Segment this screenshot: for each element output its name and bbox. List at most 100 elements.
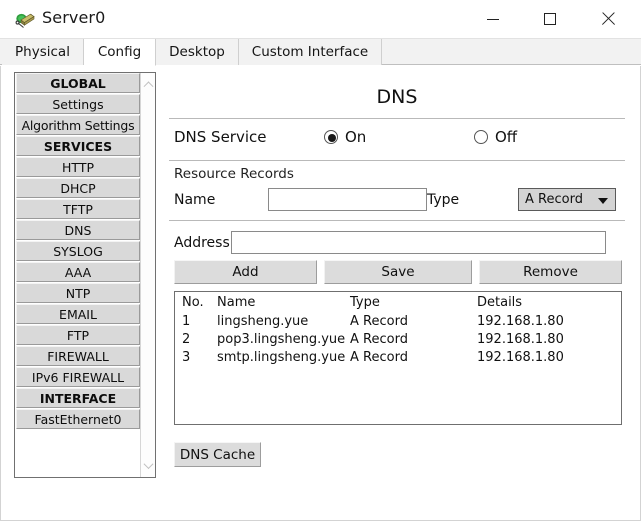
radio-dns-off[interactable]: Off <box>474 128 517 146</box>
sidebar-item-label: DHCP <box>60 180 96 196</box>
address-input[interactable] <box>231 231 606 254</box>
chevron-down-icon <box>143 458 154 469</box>
tab-config[interactable]: Config <box>84 39 156 66</box>
sidebar-item-label: FTP <box>66 327 90 343</box>
config-sidebar: GLOBAL Settings Algorithm Settings SERVI… <box>14 72 156 478</box>
cell-details: 192.168.1.80 <box>477 332 564 347</box>
minimize-button[interactable] <box>470 0 515 38</box>
sidebar-item-label: Settings <box>52 96 104 112</box>
radio-off-label: Off <box>495 128 518 146</box>
sidebar-item-interface[interactable]: INTERFACE <box>16 388 140 408</box>
sidebar-item-settings[interactable]: Settings <box>16 94 140 114</box>
divider-name-row <box>169 220 625 221</box>
column-header-type: Type <box>350 295 380 310</box>
maximize-button[interactable] <box>527 0 572 38</box>
tab-config-label: Config <box>97 44 142 60</box>
cell-type: A Record <box>350 332 408 347</box>
radio-on-icon <box>324 130 338 144</box>
scroll-down-button[interactable] <box>141 457 155 473</box>
add-button[interactable]: Add <box>174 260 317 284</box>
sidebar-item-label: Algorithm Settings <box>21 117 135 133</box>
save-button-label: Save <box>381 264 415 280</box>
sidebar-item-fastethernet0[interactable]: FastEthernet0 <box>16 409 140 429</box>
sidebar-item-http[interactable]: HTTP <box>16 157 140 177</box>
name-input[interactable] <box>268 188 427 211</box>
tab-desktop[interactable]: Desktop <box>156 39 239 65</box>
column-header-details: Details <box>477 295 523 310</box>
remove-button[interactable]: Remove <box>479 260 622 284</box>
config-body: GLOBAL Settings Algorithm Settings SERVI… <box>0 66 641 521</box>
sidebar-item-label: SERVICES <box>43 138 113 154</box>
resource-records-label: Resource Records <box>174 166 294 182</box>
table-row[interactable]: 3 smtp.lingsheng.yue A Record 192.168.1.… <box>175 348 621 366</box>
chevron-down-icon <box>598 198 608 204</box>
cell-type: A Record <box>350 314 408 329</box>
sidebar-scrollbar[interactable] <box>140 73 155 477</box>
window-title: Server0 <box>42 8 106 27</box>
resource-records-table[interactable]: No. Name Type Details 1 lingsheng.yue A … <box>174 291 622 425</box>
cell-no: 2 <box>182 332 191 347</box>
sidebar-item-ftp[interactable]: FTP <box>16 325 140 345</box>
dns-settings-panel: DNS DNS Service On Off Resource Records … <box>169 72 625 492</box>
sidebar-item-aaa[interactable]: AAA <box>16 262 140 282</box>
divider-top <box>169 118 625 119</box>
cell-name: lingsheng.yue <box>217 314 309 329</box>
address-label: Address <box>174 235 230 251</box>
dns-cache-button[interactable]: DNS Cache <box>174 442 261 467</box>
record-type-value: A Record <box>525 192 583 207</box>
radio-dns-on[interactable]: On <box>324 128 366 146</box>
dns-service-label: DNS Service <box>174 128 267 146</box>
sidebar-item-label: AAA <box>64 264 92 280</box>
sidebar-item-syslog[interactable]: SYSLOG <box>16 241 140 261</box>
radio-off-icon <box>474 130 488 144</box>
sidebar-item-label: DNS <box>64 222 92 238</box>
server-device-icon <box>15 10 35 30</box>
page-title: DNS <box>376 86 418 108</box>
sidebar-item-dns[interactable]: DNS <box>16 220 140 240</box>
record-type-dropdown[interactable]: A Record <box>518 188 616 211</box>
sidebar-item-label: GLOBAL <box>50 75 106 91</box>
save-button[interactable]: Save <box>324 260 472 284</box>
sidebar-item-label: FIREWALL <box>47 348 109 364</box>
sidebar-item-label: INTERFACE <box>39 390 117 406</box>
sidebar-item-label: SYSLOG <box>53 243 103 259</box>
chevron-up-icon <box>143 80 154 91</box>
sidebar-item-ntp[interactable]: NTP <box>16 283 140 303</box>
cell-name: smtp.lingsheng.yue <box>217 350 346 365</box>
maximize-icon <box>543 13 556 25</box>
tab-physical-label: Physical <box>15 44 70 60</box>
divider-service <box>169 160 625 161</box>
table-row[interactable]: 1 lingsheng.yue A Record 192.168.1.80 <box>175 312 621 330</box>
cell-no: 1 <box>182 314 191 329</box>
close-button[interactable] <box>585 0 630 38</box>
sidebar-item-services[interactable]: SERVICES <box>16 136 140 156</box>
sidebar-item-global[interactable]: GLOBAL <box>16 73 140 93</box>
column-header-no: No. <box>182 295 204 310</box>
sidebar-item-list: GLOBAL Settings Algorithm Settings SERVI… <box>15 73 141 430</box>
tab-bar: Physical Config Desktop Custom Interface <box>0 39 641 66</box>
cell-name: pop3.lingsheng.yue <box>217 332 346 347</box>
minimize-icon <box>486 18 499 20</box>
sidebar-item-ipv6-firewall[interactable]: IPv6 FIREWALL <box>16 367 140 387</box>
tab-desktop-label: Desktop <box>169 44 225 60</box>
scroll-up-button[interactable] <box>141 75 155 91</box>
sidebar-item-label: IPv6 FIREWALL <box>31 369 125 385</box>
sidebar-item-email[interactable]: EMAIL <box>16 304 140 324</box>
server-config-window: Server0 Physical Config Desktop Custom I… <box>0 0 641 521</box>
add-button-label: Add <box>232 264 259 280</box>
sidebar-item-label: NTP <box>65 285 91 301</box>
table-row[interactable]: 2 pop3.lingsheng.yue A Record 192.168.1.… <box>175 330 621 348</box>
sidebar-item-tftp[interactable]: TFTP <box>16 199 140 219</box>
table-header-row: No. Name Type Details <box>175 292 621 312</box>
radio-on-label: On <box>345 128 367 146</box>
sidebar-item-algorithm-settings[interactable]: Algorithm Settings <box>16 115 140 135</box>
cell-details: 192.168.1.80 <box>477 314 564 329</box>
sidebar-item-label: EMAIL <box>59 306 97 322</box>
tab-physical[interactable]: Physical <box>2 39 84 65</box>
cell-type: A Record <box>350 350 408 365</box>
tab-custom-interface[interactable]: Custom Interface <box>239 39 382 65</box>
sidebar-item-dhcp[interactable]: DHCP <box>16 178 140 198</box>
column-header-name: Name <box>217 295 256 310</box>
sidebar-item-firewall[interactable]: FIREWALL <box>16 346 140 366</box>
cell-no: 3 <box>182 350 191 365</box>
